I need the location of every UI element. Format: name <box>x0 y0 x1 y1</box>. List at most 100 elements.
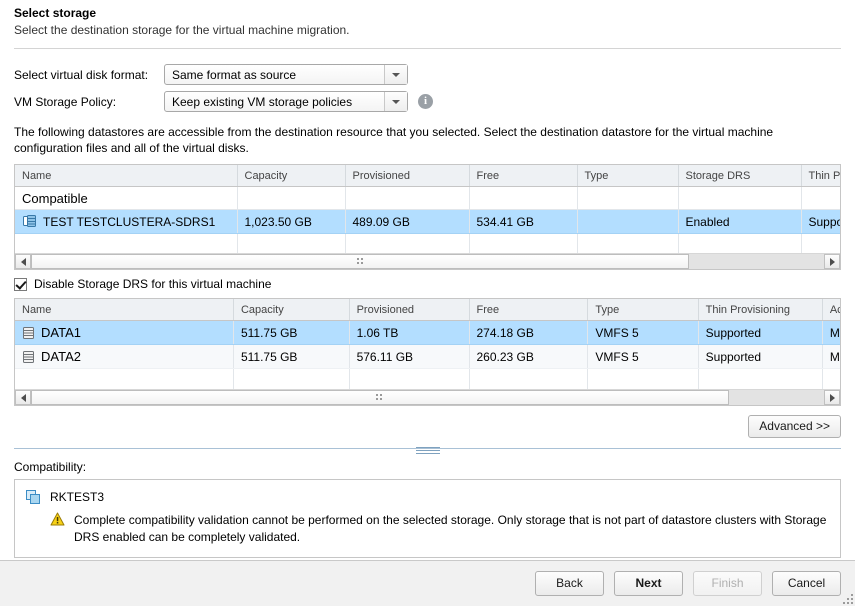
column-header-free[interactable]: Free <box>469 299 589 321</box>
table-header-row: Name Capacity Provisioned Free Type Thin… <box>15 299 840 321</box>
back-button[interactable]: Back <box>535 571 604 596</box>
cell-provisioned: 489.09 GB <box>345 209 470 234</box>
cell-access: Multiple ho <box>822 320 840 345</box>
table-group-row: Compatible <box>15 186 840 210</box>
cell-free: 534.41 GB <box>469 209 578 234</box>
storage-policy-row: VM Storage Policy: Keep existing VM stor… <box>14 88 841 115</box>
scroll-right-button[interactable] <box>824 390 840 405</box>
cell-capacity: 1,023.50 GB <box>237 209 346 234</box>
cell-name: DATA2 <box>15 344 234 369</box>
column-header-thin-provisioning[interactable]: Thin Provisioning <box>698 299 823 321</box>
scroll-left-button[interactable] <box>15 390 31 405</box>
disk-format-value: Same format as source <box>172 67 297 82</box>
page-title: Select storage <box>14 6 97 20</box>
cell-type: VMFS 5 <box>587 344 699 369</box>
cell-capacity: 511.75 GB <box>233 320 350 345</box>
cell-type: VMFS 5 <box>587 320 699 345</box>
cell-provisioned: 1.06 TB <box>349 320 470 345</box>
datastore-cluster-table: Name Capacity Provisioned Free Type Stor… <box>14 164 841 270</box>
disk-format-row: Select virtual disk format: Same format … <box>14 61 841 88</box>
storage-policy-dropdown[interactable]: Keep existing VM storage policies <box>164 91 408 112</box>
column-header-capacity[interactable]: Capacity <box>233 299 350 321</box>
cell-provisioned: 576.11 GB <box>349 344 470 369</box>
column-header-name[interactable]: Name <box>15 165 238 187</box>
group-cell-blank <box>345 186 470 210</box>
scroll-right-button[interactable] <box>824 254 840 269</box>
disk-format-dropdown[interactable]: Same format as source <box>164 64 408 85</box>
scroll-track[interactable] <box>31 390 824 405</box>
column-header-storage-drs[interactable]: Storage DRS <box>678 165 802 187</box>
compatibility-warning-text: Complete compatibility validation cannot… <box>74 513 827 544</box>
datastore-name: DATA2 <box>41 349 81 364</box>
datastore-name: DATA1 <box>41 325 81 340</box>
compatibility-vm-name: RKTEST3 <box>50 490 105 504</box>
column-header-access[interactable]: Access <box>822 299 840 321</box>
datastore-icon <box>22 326 35 340</box>
advanced-row: Advanced >> <box>14 415 841 438</box>
chevron-down-icon[interactable] <box>384 65 407 84</box>
group-cell-blank <box>237 186 346 210</box>
cell-name: TEST TESTCLUSTERA-SDRS1 <box>15 209 238 234</box>
storage-policy-label: VM Storage Policy: <box>14 94 117 109</box>
column-header-provisioned[interactable]: Provisioned <box>345 165 470 187</box>
wizard-footer: Back Next Finish Cancel <box>0 560 855 606</box>
cell-name: DATA1 <box>15 320 234 345</box>
datastore-cluster-icon <box>22 214 37 229</box>
warning-icon <box>50 512 65 546</box>
column-header-thin-prov[interactable]: Thin Prov <box>801 165 840 187</box>
column-header-name[interactable]: Name <box>15 299 234 321</box>
resize-grip-icon[interactable] <box>842 593 853 604</box>
cell-storage-drs: Enabled <box>678 209 802 234</box>
cell-access: Multiple ho <box>822 344 840 369</box>
header-divider <box>14 48 841 49</box>
disable-sdrs-checkbox[interactable] <box>14 277 27 291</box>
group-cell-blank <box>801 186 840 210</box>
scroll-grip-icon <box>356 258 364 265</box>
storage-policy-value: Keep existing VM storage policies <box>172 94 353 109</box>
column-header-type[interactable]: Type <box>587 299 699 321</box>
datastore-description: The following datastores are accessible … <box>14 125 774 155</box>
disable-sdrs-row[interactable]: Disable Storage DRS for this virtual mac… <box>14 277 841 291</box>
advanced-button[interactable]: Advanced >> <box>748 415 841 438</box>
cell-capacity: 511.75 GB <box>233 344 350 369</box>
disable-sdrs-label: Disable Storage DRS for this virtual mac… <box>34 277 272 291</box>
panel-splitter[interactable] <box>14 445 841 460</box>
datastore-table-hscrollbar[interactable] <box>15 389 840 405</box>
scroll-grip-icon <box>376 394 383 401</box>
group-cell-blank <box>577 186 679 210</box>
column-header-type[interactable]: Type <box>577 165 679 187</box>
info-icon[interactable]: i <box>418 94 433 109</box>
column-header-provisioned[interactable]: Provisioned <box>349 299 470 321</box>
cell-thin-prov: Suppor <box>801 209 840 234</box>
cancel-button[interactable]: Cancel <box>772 571 841 596</box>
compatibility-warning-row: Complete compatibility validation cannot… <box>25 512 830 546</box>
chevron-down-icon[interactable] <box>384 92 407 111</box>
scroll-track[interactable] <box>31 254 824 269</box>
cell-thin-provisioning: Supported <box>698 344 823 369</box>
next-button[interactable]: Next <box>614 571 683 596</box>
scroll-thumb[interactable] <box>31 390 729 405</box>
wizard-page: Select storage Select the destination st… <box>0 0 855 558</box>
virtual-machine-icon <box>25 489 41 505</box>
table-row[interactable]: DATA1 511.75 GB 1.06 TB 274.18 GB VMFS 5… <box>15 320 840 345</box>
disk-format-label: Select virtual disk format: <box>14 67 149 82</box>
splitter-handle-icon[interactable] <box>415 445 440 454</box>
group-label: Compatible <box>15 186 238 210</box>
cell-type <box>577 209 679 234</box>
cell-thin-provisioning: Supported <box>698 320 823 345</box>
compatibility-vm-row: RKTEST3 <box>25 489 830 505</box>
cell-free: 260.23 GB <box>469 344 589 369</box>
column-header-free[interactable]: Free <box>469 165 578 187</box>
table-header-row: Name Capacity Provisioned Free Type Stor… <box>15 165 840 187</box>
finish-button: Finish <box>693 571 762 596</box>
scroll-thumb[interactable] <box>31 254 690 269</box>
table-row[interactable]: TEST TESTCLUSTERA-SDRS1 1,023.50 GB 489.… <box>15 209 840 234</box>
page-subtitle: Select the destination storage for the v… <box>14 23 350 37</box>
cell-free: 274.18 GB <box>469 320 589 345</box>
scroll-left-button[interactable] <box>15 254 31 269</box>
compatibility-panel: RKTEST3 Complete compatibility validatio… <box>14 479 841 558</box>
table-row[interactable]: DATA2 511.75 GB 576.11 GB 260.23 GB VMFS… <box>15 344 840 369</box>
cluster-table-hscrollbar[interactable] <box>15 253 840 269</box>
datastore-icon <box>22 350 35 364</box>
column-header-capacity[interactable]: Capacity <box>237 165 346 187</box>
